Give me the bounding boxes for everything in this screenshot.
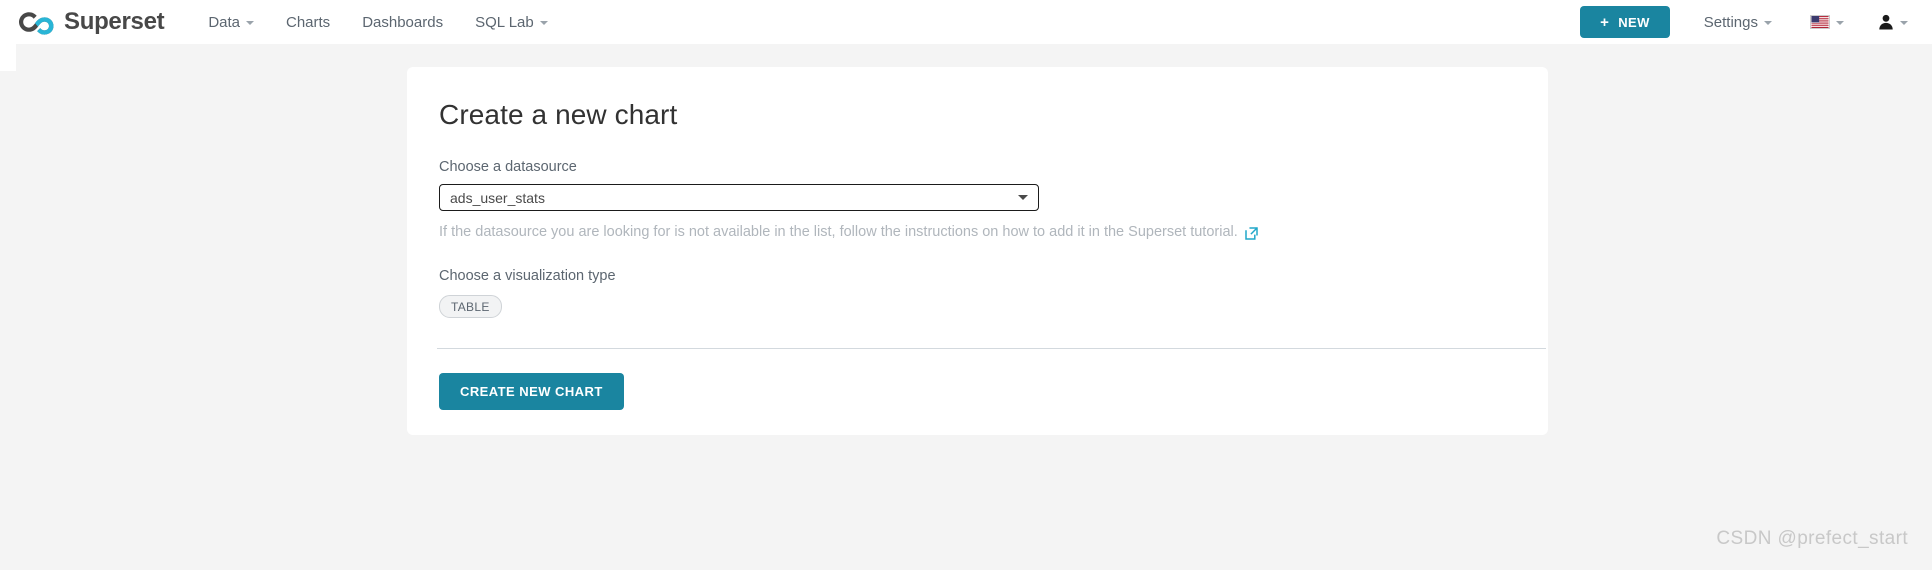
settings-menu[interactable]: Settings [1690, 0, 1786, 44]
nav-item-data[interactable]: Data [192, 0, 270, 44]
page-title: Create a new chart [439, 99, 678, 130]
chevron-down-icon [1018, 195, 1028, 200]
top-navbar: Superset Data Charts Dashboards SQL Lab … [0, 0, 1932, 44]
user-icon [1878, 14, 1894, 30]
helper-text-label: If the datasource you are looking for is… [439, 224, 1238, 240]
datasource-helper-text: If the datasource you are looking for is… [439, 224, 1516, 240]
datasource-label: Choose a datasource [439, 159, 577, 175]
nav-item-label: Data [208, 13, 240, 31]
new-button[interactable]: + NEW [1580, 6, 1670, 38]
create-new-chart-button[interactable]: CREATE NEW CHART [439, 373, 624, 410]
primary-nav: Data Charts Dashboards SQL Lab [192, 0, 563, 44]
language-menu[interactable] [1800, 0, 1854, 44]
plus-icon: + [1600, 13, 1610, 31]
chevron-down-icon [1900, 21, 1908, 25]
datasource-select-value: ads_user_stats [450, 189, 545, 206]
chevron-down-icon [539, 21, 548, 25]
chevron-down-icon [246, 21, 254, 25]
us-flag-icon [1810, 15, 1830, 29]
visualization-type-group: TABLE [439, 293, 1516, 318]
datasource-select[interactable]: ads_user_stats [439, 184, 1039, 211]
navbar-right-actions: + NEW Settings [1580, 0, 1932, 44]
chevron-down-icon [1836, 21, 1844, 25]
visualization-type-label: Choose a visualization type [439, 268, 616, 284]
chevron-down-icon [1764, 21, 1772, 25]
watermark: CSDN @prefect_start [1716, 528, 1908, 549]
superset-infinity-logo-icon [16, 9, 60, 35]
nav-item-charts[interactable]: Charts [270, 0, 346, 44]
user-menu[interactable] [1868, 0, 1918, 44]
new-button-label: NEW [1618, 14, 1650, 30]
nav-item-label: SQL Lab [475, 13, 534, 31]
card-divider [437, 348, 1546, 349]
viz-type-pill-table[interactable]: TABLE [439, 295, 502, 318]
nav-item-label: Dashboards [362, 13, 444, 31]
create-chart-card: Create a new chart Choose a datasource a… [407, 67, 1548, 435]
nav-item-dashboards[interactable]: Dashboards [346, 0, 459, 44]
settings-label: Settings [1703, 13, 1758, 31]
nav-item-label: Charts [286, 13, 331, 31]
brand-name: Superset [64, 8, 165, 35]
brand-logo-link[interactable]: Superset [16, 0, 165, 44]
nav-item-sql-lab[interactable]: SQL Lab [459, 0, 564, 44]
left-edge-strip [0, 44, 16, 71]
external-link-icon[interactable] [1245, 226, 1258, 240]
